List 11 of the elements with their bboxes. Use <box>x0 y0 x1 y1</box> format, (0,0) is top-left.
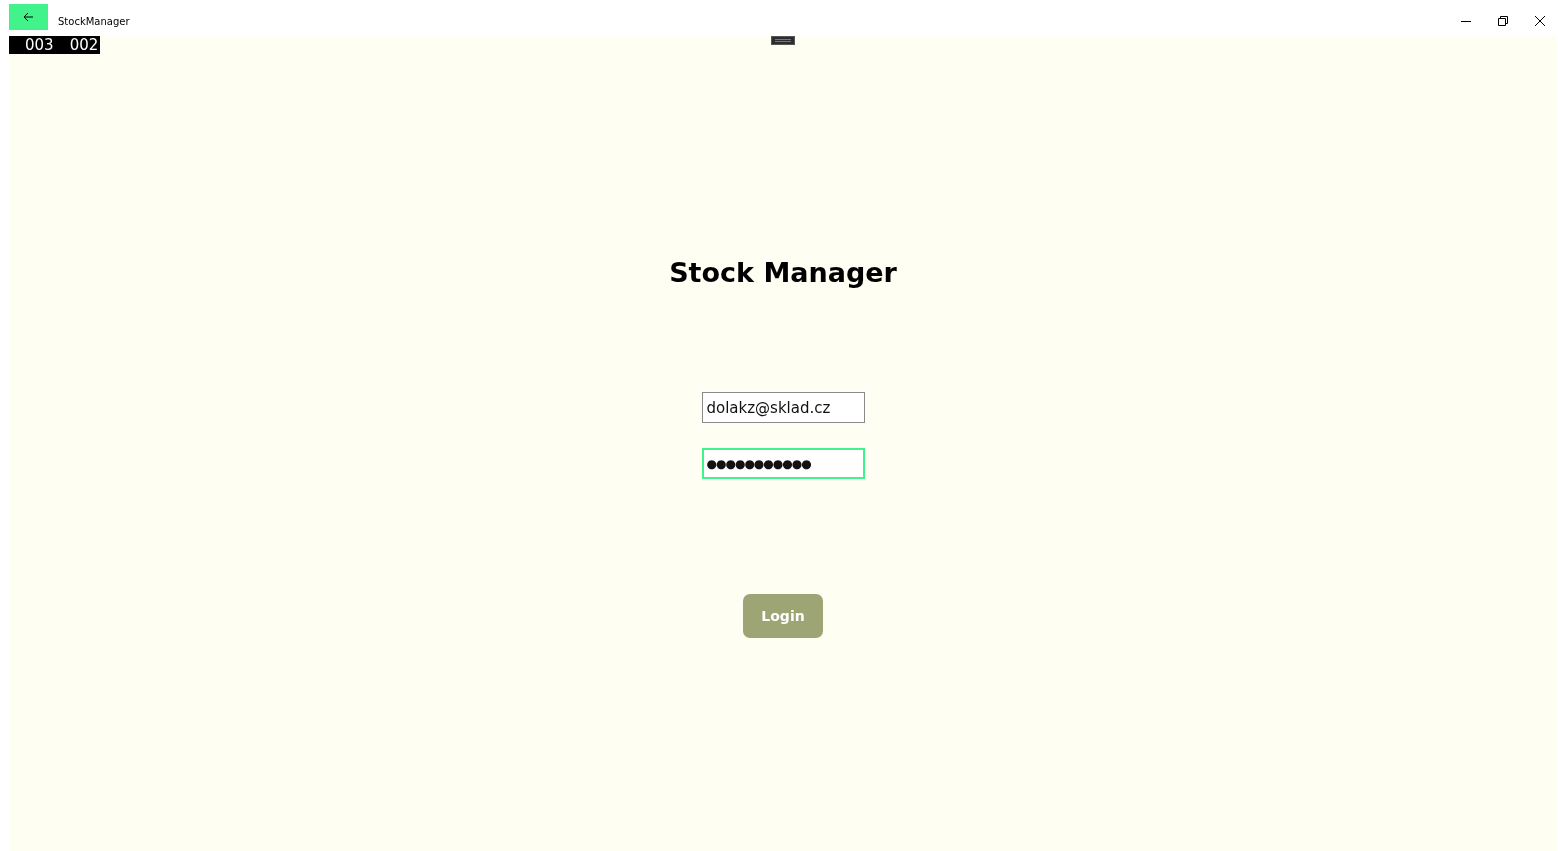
app-heading: Stock Manager <box>669 257 897 288</box>
email-field[interactable]: dolakz@sklad.cz <box>701 392 865 423</box>
back-arrow-icon <box>23 11 34 22</box>
counter-value: 002 <box>69 36 99 54</box>
toolbar-handle[interactable] <box>771 36 795 45</box>
back-button[interactable] <box>9 3 48 30</box>
counter-value: 003 <box>25 36 54 54</box>
password-field[interactable]: ●●●●●●●●●●● <box>701 448 865 479</box>
window-title: StockManager <box>58 15 130 27</box>
restore-icon <box>1497 16 1508 26</box>
close-icon <box>1534 16 1545 26</box>
